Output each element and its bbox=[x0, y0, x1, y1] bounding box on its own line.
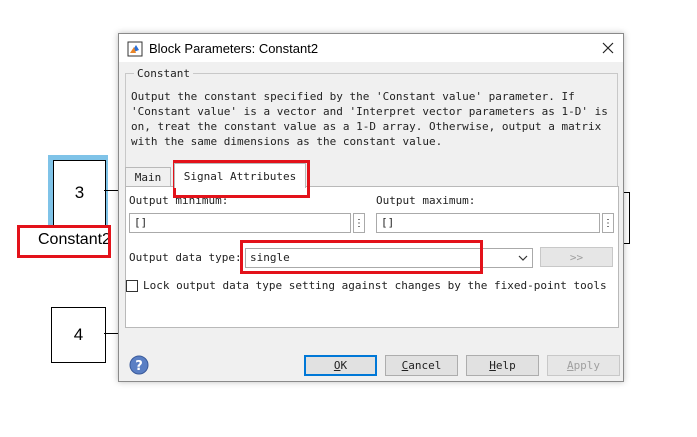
output-minimum-input[interactable]: [] bbox=[129, 213, 351, 233]
output-minimum-more-button[interactable]: ⋮ bbox=[353, 213, 365, 233]
title-bar: Block Parameters: Constant2 bbox=[119, 34, 623, 62]
block-parameters-dialog: Block Parameters: Constant2 Constant Out… bbox=[118, 33, 624, 382]
group-title: Constant bbox=[134, 67, 193, 80]
tab-main[interactable]: Main bbox=[125, 167, 171, 187]
block-value: 4 bbox=[73, 325, 84, 344]
tab-signal-attributes[interactable]: Signal Attributes bbox=[174, 163, 306, 188]
lock-data-type-label: Lock output data type setting against ch… bbox=[143, 279, 607, 292]
apply-button[interactable]: Apply bbox=[547, 355, 620, 376]
ok-button[interactable]: OK bbox=[304, 355, 377, 376]
dialog-title: Block Parameters: Constant2 bbox=[149, 41, 319, 56]
output-maximum-label: Output maximum: bbox=[376, 194, 476, 207]
chevron-down-icon bbox=[518, 255, 528, 261]
constant-block-4[interactable]: 4 bbox=[51, 307, 106, 363]
help-button[interactable]: Help bbox=[466, 355, 539, 376]
close-icon[interactable] bbox=[595, 38, 621, 58]
cancel-button[interactable]: Cancel bbox=[385, 355, 458, 376]
signal-line bbox=[104, 333, 119, 334]
block-value: 3 bbox=[74, 183, 85, 202]
svg-text:?: ? bbox=[135, 359, 143, 374]
block-name-highlight-box bbox=[17, 225, 111, 258]
simulink-block-icon bbox=[127, 41, 143, 57]
lock-data-type-checkbox[interactable] bbox=[126, 280, 138, 292]
output-maximum-input[interactable]: [] bbox=[376, 213, 600, 233]
output-data-type-label: Output data type: bbox=[129, 251, 242, 264]
show-data-type-assistant-button[interactable]: >> bbox=[540, 247, 613, 267]
output-data-type-highlight-box bbox=[240, 240, 483, 274]
block-description: Output the constant specified by the 'Co… bbox=[131, 90, 608, 148]
help-icon[interactable]: ? bbox=[129, 355, 149, 375]
signal-line bbox=[104, 190, 119, 191]
output-maximum-more-button[interactable]: ⋮ bbox=[602, 213, 614, 233]
background-block-edge bbox=[623, 192, 630, 244]
constant2-block[interactable]: 3 bbox=[53, 160, 106, 226]
